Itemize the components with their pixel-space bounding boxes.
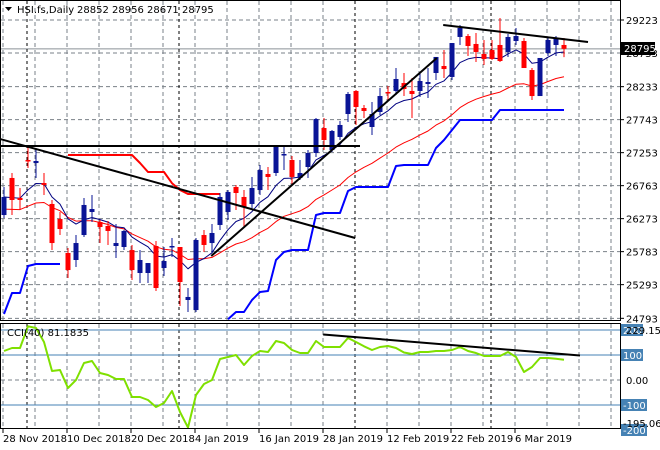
- candle-body: [153, 245, 159, 289]
- candle-body: [481, 54, 487, 59]
- price-tick-label: 25293: [626, 281, 658, 292]
- candle: [49, 200, 55, 251]
- date-label: 20 Dec 2018: [131, 434, 195, 445]
- candle-body: [257, 170, 263, 191]
- cci-level-label: -100: [623, 401, 646, 412]
- candle-body: [417, 81, 423, 91]
- candle-body: [145, 263, 151, 273]
- candle-body: [9, 177, 15, 200]
- candle-body: [33, 161, 39, 164]
- candle-body: [185, 296, 191, 300]
- candle-body: [409, 90, 415, 95]
- candle-body: [449, 43, 455, 77]
- candle-body: [321, 128, 327, 140]
- ohlc-readout: 28852 28956 28671 28795: [77, 5, 214, 16]
- candle-body: [73, 243, 79, 260]
- price-tick-label: 26273: [626, 215, 658, 226]
- candle-body: [233, 187, 239, 193]
- candle-body: [513, 36, 519, 42]
- candle-body: [337, 124, 343, 137]
- candle-body: [1, 196, 7, 216]
- candle-body: [65, 252, 71, 271]
- date-label: 12 Feb 2019: [387, 434, 449, 445]
- candle-body: [169, 245, 175, 248]
- candle-body: [537, 57, 543, 97]
- price-tick-label: 25783: [626, 248, 658, 259]
- candle-body: [305, 152, 311, 168]
- candle-body: [465, 36, 471, 46]
- candle-body: [97, 222, 103, 228]
- date-label: 6 Mar 2019: [515, 434, 572, 445]
- cci-level-label: 100: [623, 351, 642, 362]
- candle: [537, 57, 543, 97]
- candle-body: [121, 230, 127, 248]
- candle-body: [81, 204, 87, 236]
- candle-body: [457, 28, 463, 37]
- candle: [313, 117, 319, 157]
- cci-max-label: 229.1588: [626, 326, 660, 337]
- current-price-label: 28795: [624, 44, 656, 55]
- candle-body: [209, 232, 215, 244]
- candle-body: [393, 78, 399, 91]
- candle-body: [113, 243, 119, 246]
- candle: [521, 37, 527, 69]
- candle-body: [529, 70, 535, 97]
- candle-body: [289, 160, 295, 177]
- date-label: 10 Dec 2018: [67, 434, 131, 445]
- candle-body: [545, 40, 551, 53]
- candle-body: [361, 108, 367, 111]
- candle-body: [313, 118, 319, 153]
- candle-body: [161, 261, 167, 269]
- price-chart[interactable]: HSI.fs,Daily 28852 28956 28671 28795 CCI…: [0, 0, 660, 450]
- cci-zero-label: 0.00: [626, 376, 648, 387]
- candle: [193, 237, 199, 312]
- candle-body: [489, 50, 495, 59]
- candle: [273, 145, 279, 177]
- candle-body: [425, 82, 431, 84]
- candle-body: [473, 43, 479, 52]
- date-label: 28 Nov 2018: [3, 434, 67, 445]
- chart-title: HSI.fs,Daily: [17, 5, 74, 16]
- candle: [529, 68, 535, 100]
- date-label: 22 Feb 2019: [451, 434, 513, 445]
- candle-body: [521, 41, 527, 69]
- price-tick-label: 24793: [626, 314, 658, 325]
- candle-body: [57, 218, 63, 230]
- candle-body: [25, 160, 31, 162]
- candle-body: [137, 260, 143, 273]
- price-tick-label: 29223: [626, 16, 658, 27]
- candle-body: [89, 209, 95, 212]
- cci-label: CCI(40) 81.1835: [7, 328, 89, 339]
- candle-body: [497, 44, 503, 62]
- candle: [153, 241, 159, 291]
- candle: [217, 192, 223, 231]
- candle-body: [177, 247, 183, 283]
- date-label: 28 Jan 2019: [323, 434, 383, 445]
- price-tick-label: 26763: [626, 182, 658, 193]
- candle-body: [201, 235, 207, 245]
- candle-body: [265, 174, 271, 177]
- candle-body: [129, 250, 135, 271]
- price-tick-label: 27743: [626, 116, 658, 127]
- candle-body: [505, 36, 511, 52]
- candle-body: [345, 94, 351, 115]
- candle-body: [353, 90, 359, 108]
- candle-body: [385, 91, 391, 94]
- candle-body: [105, 225, 111, 231]
- candle-body: [193, 240, 199, 311]
- cci-min-label: -195.0613: [623, 419, 660, 430]
- candle-body: [273, 145, 279, 173]
- date-label: 4 Jan 2019: [195, 434, 249, 445]
- candle: [449, 43, 455, 80]
- candle-body: [561, 44, 567, 49]
- candle-body: [281, 154, 287, 156]
- date-label: 16 Jan 2019: [259, 434, 319, 445]
- candle-body: [49, 203, 55, 244]
- candle-body: [41, 183, 47, 185]
- candle-body: [441, 65, 447, 70]
- candle-body: [249, 188, 255, 204]
- price-tick-label: 27253: [626, 149, 658, 160]
- candle-body: [17, 197, 23, 200]
- price-tick-label: 28233: [626, 83, 658, 94]
